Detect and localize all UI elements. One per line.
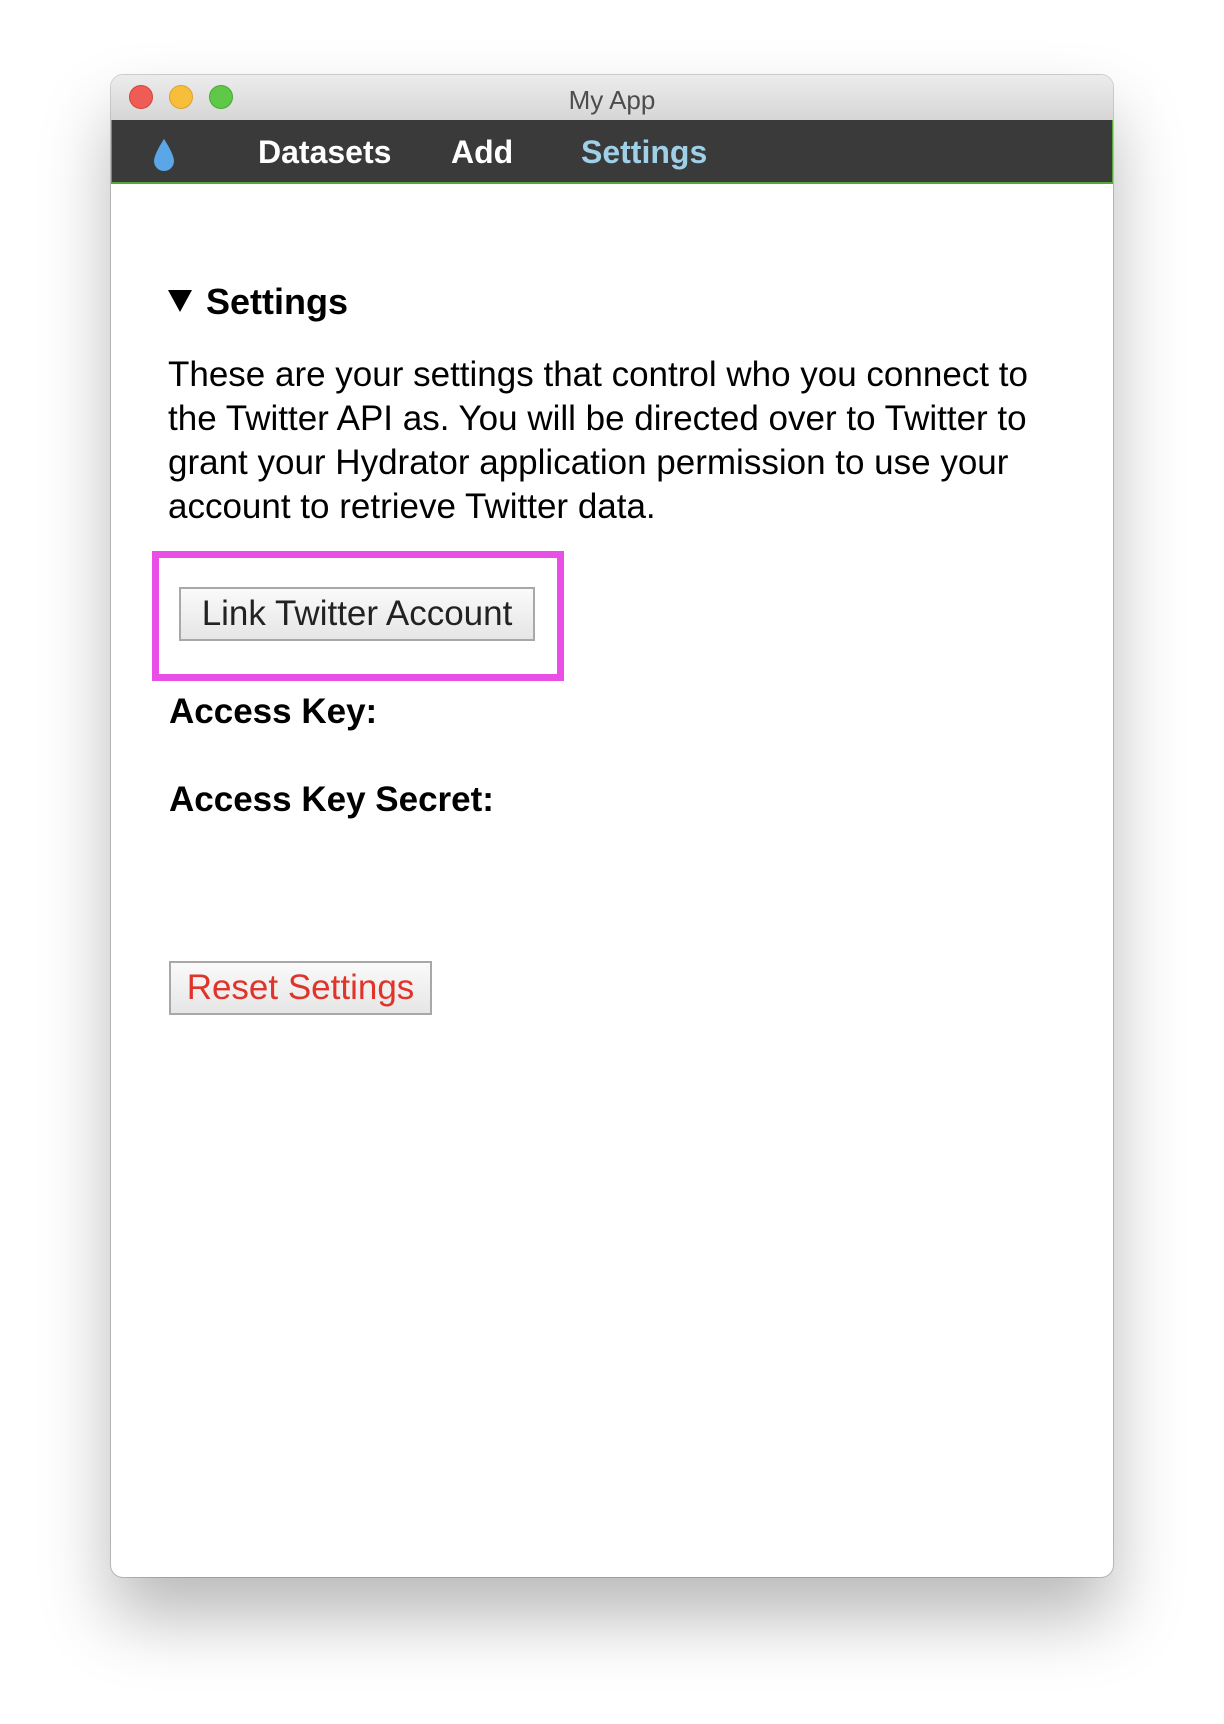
nav-settings[interactable]: Settings — [581, 134, 707, 171]
title-bar[interactable]: My App — [111, 75, 1113, 121]
disclosure-triangle-icon[interactable] — [168, 290, 192, 312]
access-key-label: Access Key: — [169, 692, 378, 731]
nav-add[interactable]: Add — [451, 134, 513, 171]
nav-datasets[interactable]: Datasets — [258, 134, 391, 171]
reset-settings-button[interactable]: Reset Settings — [169, 961, 432, 1015]
window-title: My App — [568, 85, 656, 115]
nav-bar: Datasets Add Settings — [111, 120, 1113, 184]
settings-section: Settings These are your settings that co… — [168, 277, 1068, 529]
settings-heading: Settings — [206, 281, 349, 322]
access-key-secret-label: Access Key Secret: — [169, 780, 494, 819]
link-twitter-account-button[interactable]: Link Twitter Account — [179, 587, 535, 641]
water-drop-icon — [154, 139, 174, 171]
settings-description: These are your settings that control who… — [168, 355, 1028, 526]
settings-disclosure[interactable]: Settings — [168, 277, 1068, 327]
